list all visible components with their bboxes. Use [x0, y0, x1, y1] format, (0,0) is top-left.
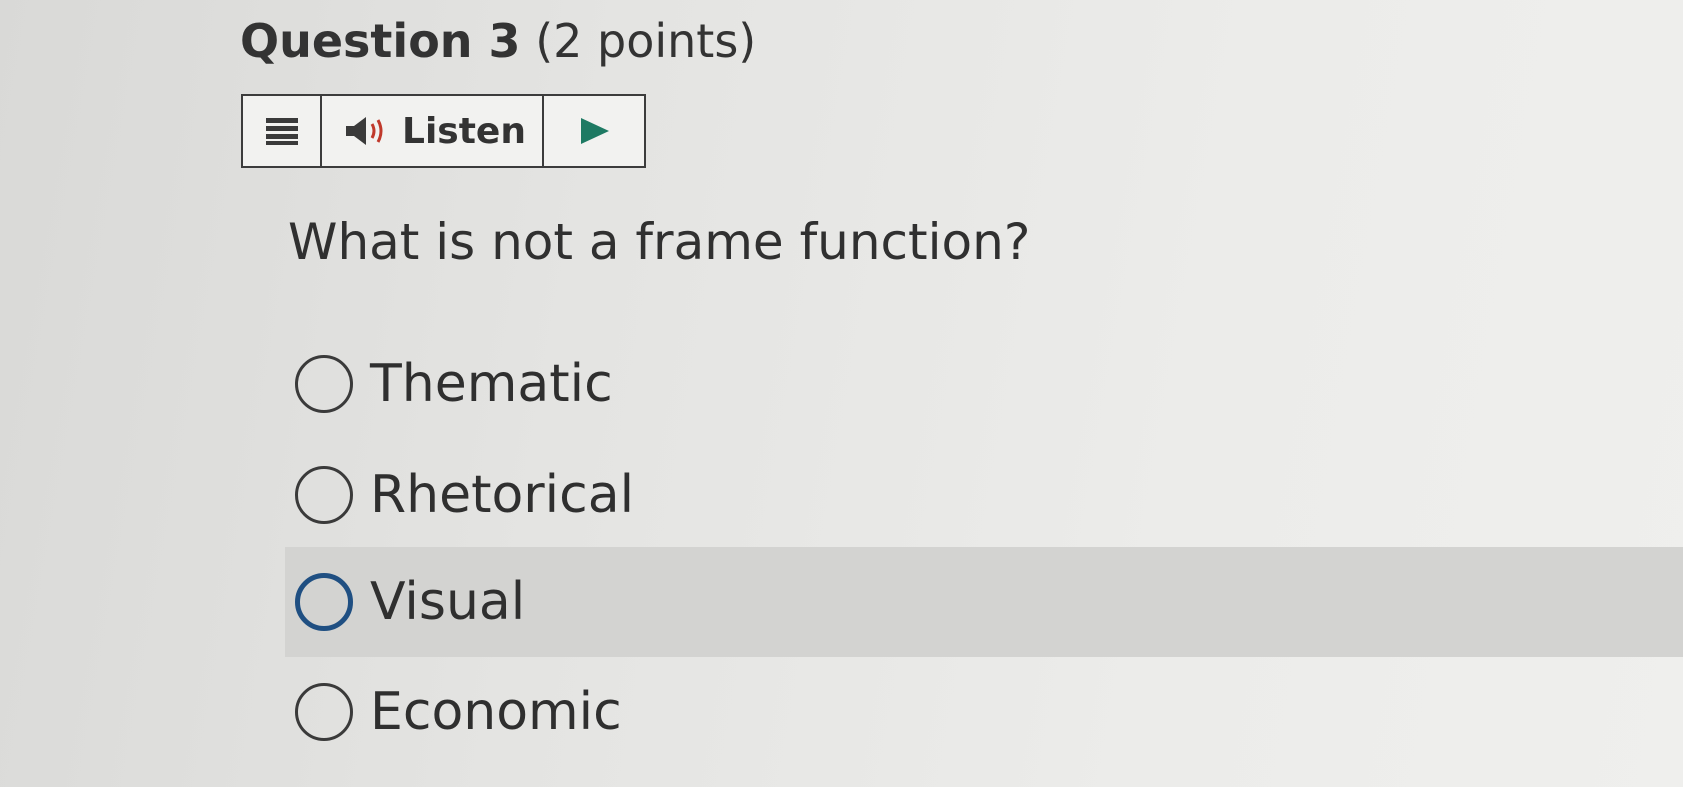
answer-label: Thematic: [370, 354, 613, 414]
answer-label: Visual: [370, 572, 526, 632]
radio-button[interactable]: [295, 355, 353, 413]
answer-option-rhetorical[interactable]: Rhetorical: [285, 440, 1683, 550]
answer-option-economic[interactable]: Economic: [285, 657, 1683, 767]
quiz-question: Question 3 (2 points) Listen What is not…: [0, 0, 1683, 787]
play-button[interactable]: [544, 96, 644, 166]
menu-button[interactable]: [243, 96, 322, 166]
speaker-icon: [346, 117, 383, 145]
question-prompt: What is not a frame function?: [288, 213, 1031, 271]
radio-button[interactable]: [295, 683, 353, 741]
question-title: Question 3 (2 points): [240, 8, 756, 74]
hamburger-menu-icon: [265, 118, 298, 145]
listen-button[interactable]: Listen: [322, 96, 544, 166]
answer-option-visual[interactable]: Visual: [285, 547, 1683, 657]
listen-toolbar: Listen: [241, 94, 646, 168]
answer-label: Rhetorical: [370, 465, 635, 525]
listen-label: Listen: [402, 110, 526, 152]
radio-button[interactable]: [295, 466, 353, 524]
play-icon: [581, 118, 609, 144]
question-number: Question 3: [240, 14, 521, 68]
answer-label: Economic: [370, 682, 622, 742]
question-points: (2 points): [535, 14, 757, 68]
answer-option-thematic[interactable]: Thematic: [285, 329, 1683, 439]
radio-button-focused[interactable]: [295, 573, 353, 631]
